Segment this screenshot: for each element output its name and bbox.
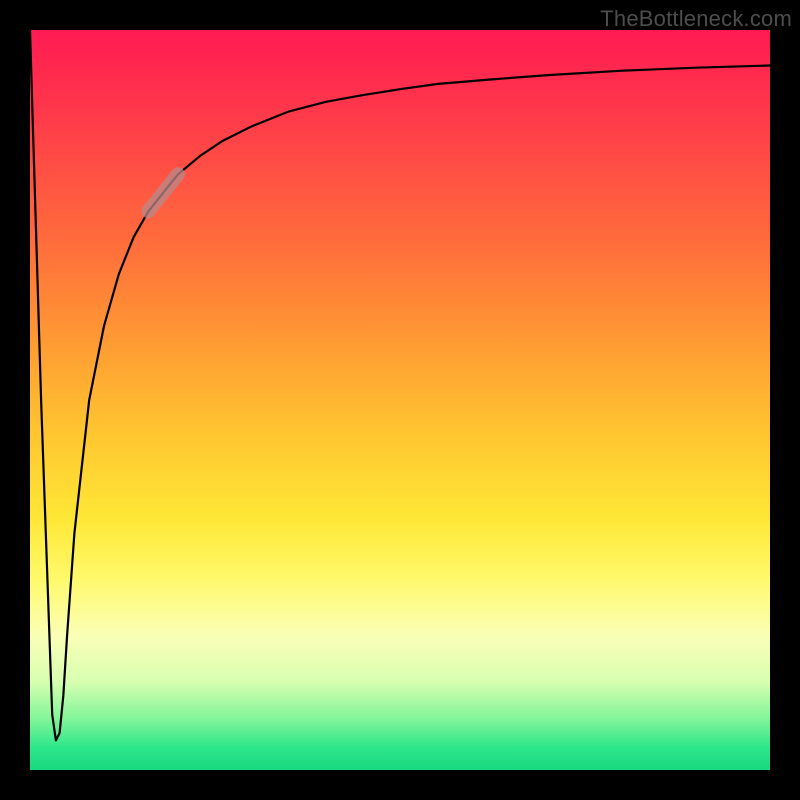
highlight-marker — [148, 174, 178, 211]
curve-path — [30, 30, 770, 740]
chart-frame: TheBottleneck.com — [0, 0, 800, 800]
bottleneck-curve — [30, 30, 770, 770]
plot-area — [30, 30, 770, 770]
watermark-text: TheBottleneck.com — [600, 6, 792, 32]
